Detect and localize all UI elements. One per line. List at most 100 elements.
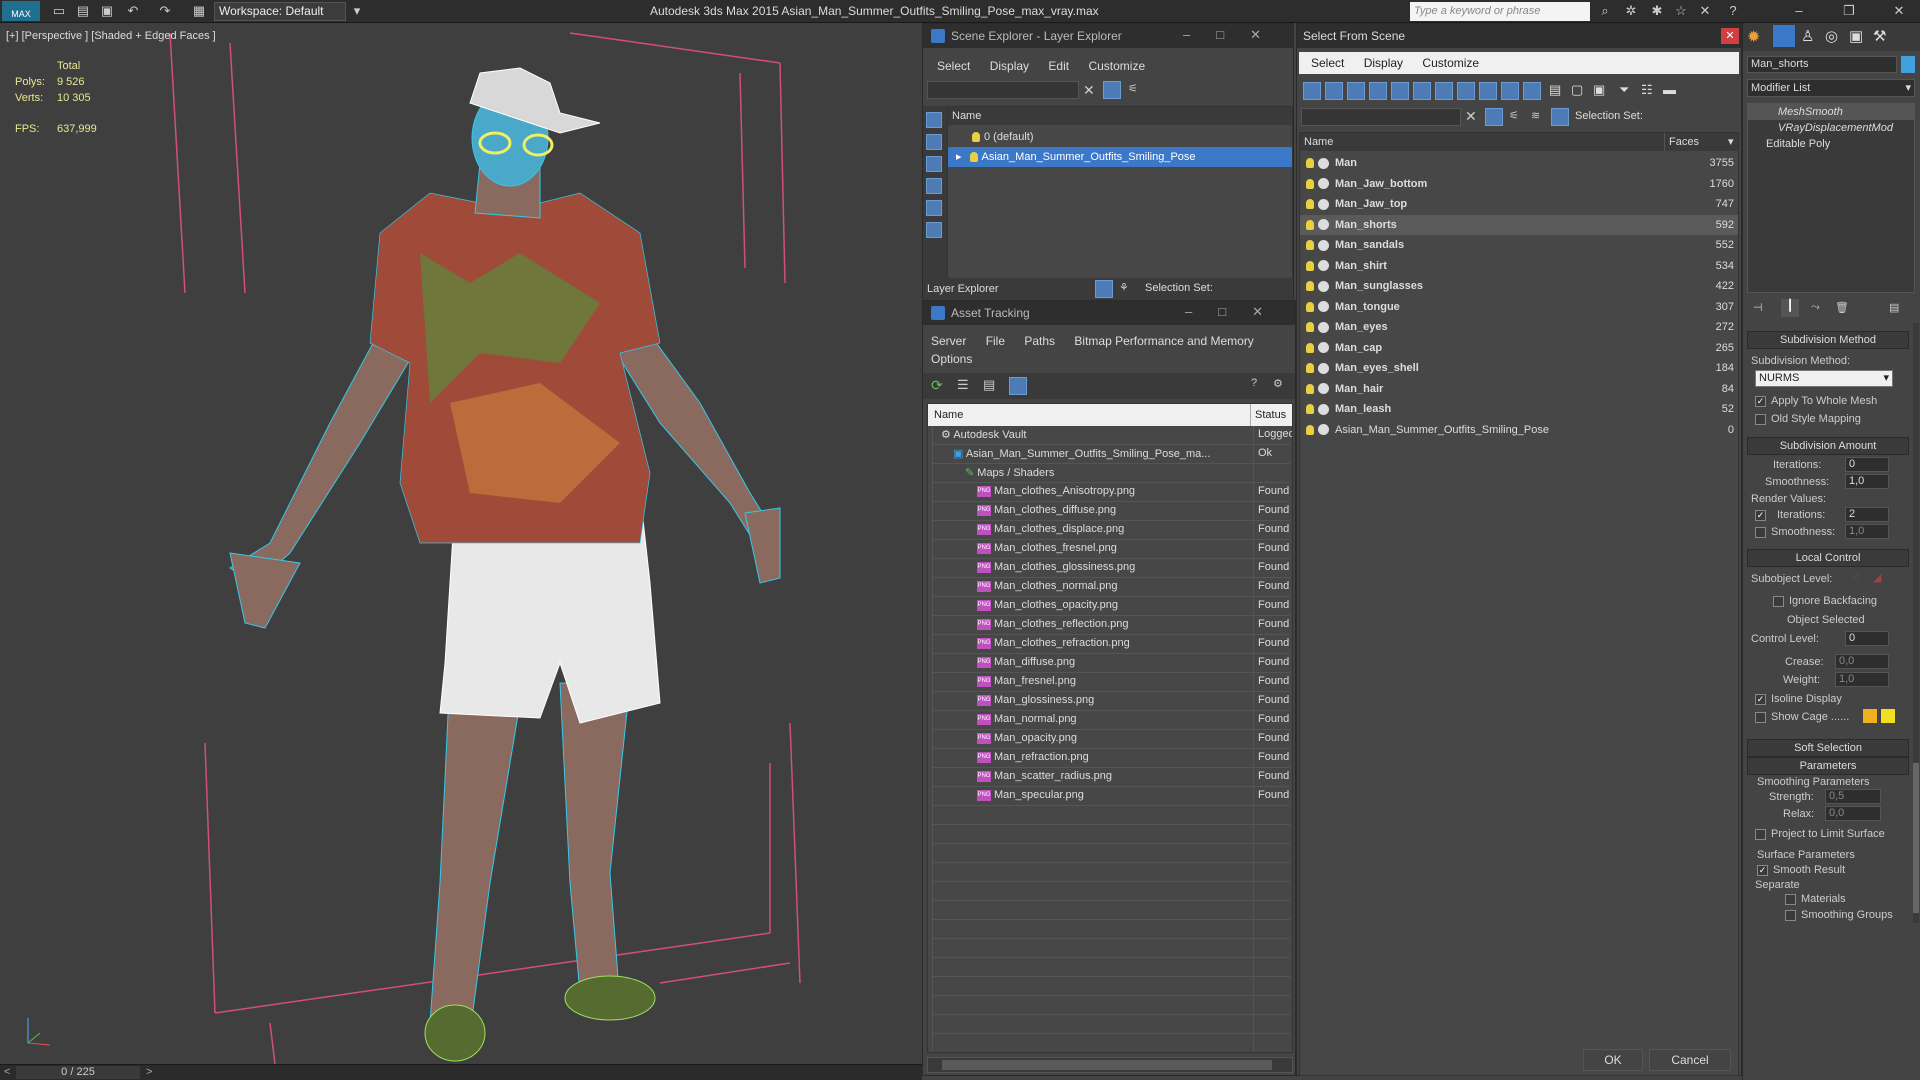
modifier-list-dropdown[interactable]: Modifier List ▾ <box>1747 79 1915 97</box>
clear-icon[interactable]: ✕ <box>1083 82 1095 99</box>
menu-file[interactable]: File <box>986 334 1005 348</box>
asset-row[interactable] <box>932 863 1290 882</box>
asset-row[interactable]: PNG Man_clothes_refraction.png Found <box>932 635 1290 654</box>
display-tab-icon[interactable]: ▣ <box>1849 27 1863 45</box>
project-limit-checkbox[interactable] <box>1755 828 1766 840</box>
display-helpers-icon[interactable] <box>926 222 942 238</box>
cancel-button[interactable]: Cancel <box>1649 1049 1731 1071</box>
object-row[interactable]: Asian_Man_Summer_Outfits_Smiling_Pose 0 <box>1300 420 1738 440</box>
apply-whole-mesh-option[interactable]: ✓ Apply To Whole Mesh <box>1755 395 1877 407</box>
asset-row[interactable]: ✎ Maps / Shaders <box>932 464 1290 483</box>
hierarchy-icon[interactable]: ⚘ <box>1119 281 1129 294</box>
asset-row[interactable] <box>932 920 1290 939</box>
asset-row[interactable]: PNG Man_diffuse.png Found <box>932 654 1290 673</box>
ignore-backfacing-option[interactable]: Ignore Backfacing <box>1773 595 1877 607</box>
menu-options[interactable]: Options <box>931 349 972 369</box>
lightbulb-icon[interactable] <box>1306 281 1314 292</box>
make-unique-icon[interactable]: ⤳ <box>1811 301 1820 314</box>
object-row[interactable]: Man_cap 265 <box>1300 338 1738 358</box>
display-cameras-icon[interactable] <box>926 200 942 216</box>
apply-whole-mesh-checkbox[interactable]: ✓ <box>1755 395 1766 407</box>
stack-item-editable-poly[interactable]: Editable Poly <box>1748 136 1914 152</box>
app-logo[interactable]: MAX <box>2 1 40 21</box>
object-row[interactable]: Man_eyes 272 <box>1300 317 1738 337</box>
scene-explorer-menu[interactable]: Select Display Edit Customize <box>937 56 1161 76</box>
control-level-spinner[interactable]: 0 <box>1845 631 1889 646</box>
render-iterations-spinner[interactable]: 2 <box>1845 507 1889 522</box>
asset-row[interactable]: PNG Man_glossiness.png Found <box>932 692 1290 711</box>
display-geometry-icon[interactable] <box>926 134 942 150</box>
hierarchy-icon[interactable]: ☷ <box>1641 82 1653 98</box>
expand-arrow-icon[interactable]: ▸ <box>956 151 962 163</box>
object-row[interactable]: Man_shirt 534 <box>1300 256 1738 276</box>
project-icon[interactable]: ▦ <box>190 3 208 19</box>
menu-display[interactable]: Display <box>990 59 1029 73</box>
lightbulb-icon[interactable] <box>1306 199 1314 210</box>
smooth-result-checkbox[interactable]: ✓ <box>1757 864 1768 876</box>
layer-tool-icon[interactable]: ⚟ <box>1509 109 1519 122</box>
redo-icon[interactable]: ↷ <box>156 3 174 19</box>
horizontal-scrollbar[interactable] <box>927 1057 1293 1073</box>
object-row[interactable]: Man 3755 <box>1300 153 1738 173</box>
lightbulb-icon[interactable] <box>972 132 980 143</box>
render-iterations-checkbox[interactable]: ✓ <box>1755 509 1766 521</box>
lightbulb-icon[interactable] <box>1306 158 1314 169</box>
filter-helpers-icon[interactable] <box>1413 82 1431 100</box>
asset-row[interactable]: PNG Man_clothes_fresnel.png Found <box>932 540 1290 559</box>
time-slider[interactable]: < 0 / 225 > <box>0 1064 922 1080</box>
menu-edit[interactable]: Edit <box>1048 59 1069 73</box>
stack-item-meshsmooth[interactable]: MeshSmooth <box>1748 104 1914 120</box>
settings-icon[interactable]: ⚙ <box>1273 377 1283 390</box>
filter-containers-icon[interactable] <box>1523 82 1541 100</box>
asset-row[interactable]: PNG Man_normal.png Found <box>932 711 1290 730</box>
edge-icon[interactable]: ◢ <box>1873 571 1881 584</box>
cage-color-swatch[interactable] <box>1863 709 1877 723</box>
show-cage-option[interactable]: Show Cage ...... <box>1755 711 1849 723</box>
old-style-mapping-option[interactable]: Old Style Mapping <box>1755 413 1861 425</box>
lightbulb-icon[interactable] <box>1306 178 1314 189</box>
communication-icon[interactable]: ✱ <box>1648 3 1666 19</box>
ok-button[interactable]: OK <box>1583 1049 1643 1071</box>
column-header-name[interactable]: Name <box>1304 133 1333 151</box>
column-header-faces[interactable]: Faces <box>1664 133 1738 151</box>
help-icon[interactable]: ? <box>1724 3 1742 19</box>
open-file-icon[interactable]: ▤ <box>74 3 92 19</box>
iterations-spinner[interactable]: 0 <box>1845 457 1889 472</box>
column-header-name[interactable]: Name <box>934 404 963 426</box>
find-input[interactable] <box>1301 108 1461 126</box>
menu-select[interactable]: Select <box>1311 56 1344 70</box>
lightbulb-icon[interactable] <box>1306 322 1314 333</box>
lightbulb-icon[interactable] <box>1306 219 1314 230</box>
hierarchy-tab-icon[interactable]: ♙ <box>1801 27 1814 45</box>
asset-row[interactable] <box>932 958 1290 977</box>
materials-option[interactable]: Materials <box>1785 893 1846 905</box>
utilities-tab-icon[interactable]: ⚒ <box>1873 27 1886 45</box>
filter-geometry-icon[interactable] <box>1325 82 1343 100</box>
old-style-mapping-checkbox[interactable] <box>1755 413 1766 425</box>
object-name-field[interactable]: Man_shorts <box>1747 56 1897 73</box>
next-frame-button[interactable]: > <box>146 1066 152 1078</box>
filter-lights-icon[interactable] <box>1369 82 1387 100</box>
select-all-icon[interactable]: ▤ <box>1549 82 1561 98</box>
save-icon[interactable]: ▣ <box>98 3 116 19</box>
grid-view-icon[interactable] <box>1009 377 1027 395</box>
asset-row[interactable]: PNG Man_refraction.png Found <box>932 749 1290 768</box>
asset-row[interactable] <box>932 996 1290 1015</box>
asset-row[interactable]: PNG Man_clothes_Anisotropy.png Found <box>932 483 1290 502</box>
smooth-result-option[interactable]: ✓ Smooth Result <box>1757 864 1845 876</box>
parameters-rollout[interactable]: Parameters <box>1747 757 1909 775</box>
asset-row[interactable] <box>932 882 1290 901</box>
asset-row[interactable] <box>932 806 1290 825</box>
minimize-icon[interactable]: – <box>1790 3 1808 19</box>
render-iterations-option[interactable]: ✓ Iterations: <box>1755 509 1825 521</box>
layer-item-asian-man[interactable]: ▸ Asian_Man_Summer_Outfits_Smiling_Pose <box>948 147 1292 167</box>
object-row[interactable]: Man_shorts 592 <box>1300 214 1738 235</box>
weight-spinner[interactable]: 1,0 <box>1835 672 1889 687</box>
asset-row[interactable] <box>932 901 1290 920</box>
materials-checkbox[interactable] <box>1785 893 1796 905</box>
clear-icon[interactable]: ✕ <box>1465 108 1477 125</box>
object-row[interactable]: Man_tongue 307 <box>1300 297 1738 317</box>
filter-bones-icon[interactable] <box>1501 82 1519 100</box>
refresh-icon[interactable]: ⟳ <box>931 377 943 394</box>
show-cage-checkbox[interactable] <box>1755 711 1766 723</box>
